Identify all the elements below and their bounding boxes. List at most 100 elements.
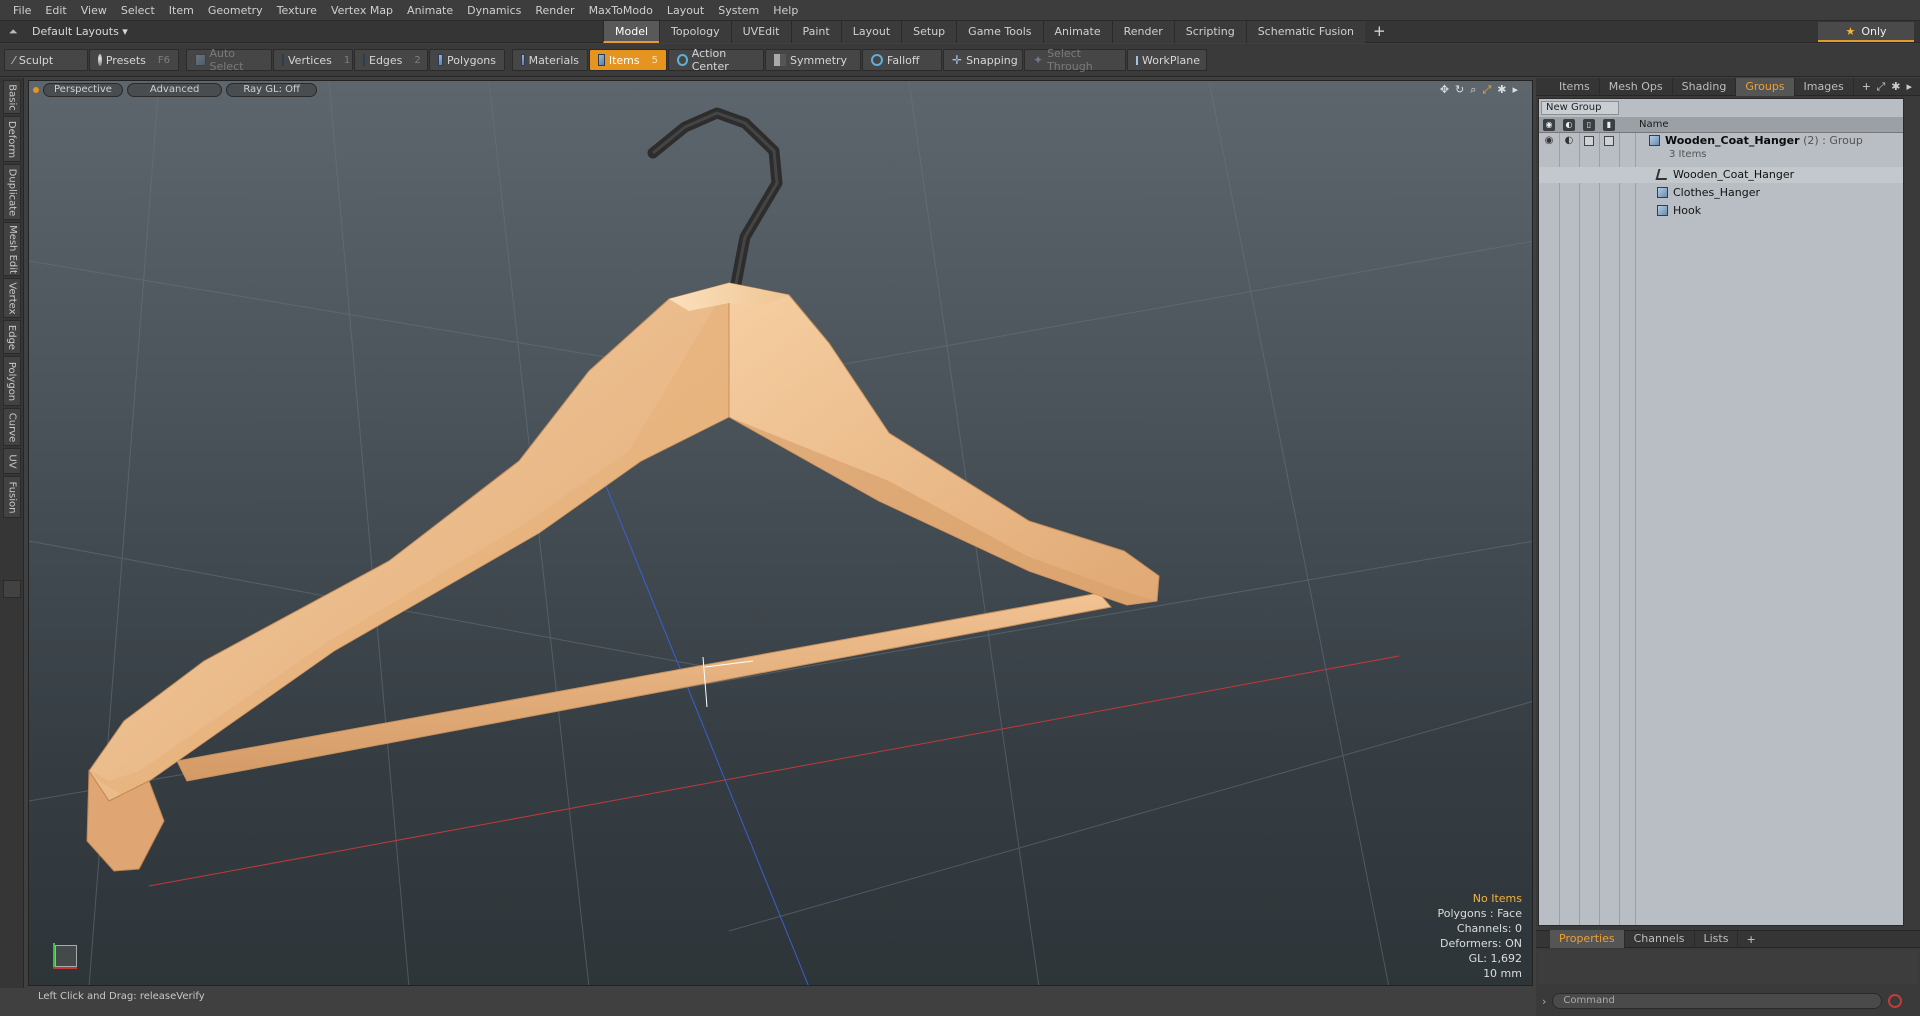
- z-axis-line: [603, 480, 809, 985]
- falloff-button[interactable]: Falloff: [862, 49, 942, 71]
- select-through-button[interactable]: ✦ Select Through: [1024, 47, 1126, 73]
- settings-gear-icon[interactable]: ✱: [1497, 83, 1506, 97]
- edges-button[interactable]: Edges 2: [354, 49, 428, 71]
- group-child-row[interactable]: Wooden_Coat_Hanger: [1539, 167, 1903, 183]
- presets-button[interactable]: Presets F6: [89, 49, 179, 71]
- tab-schematic-fusion[interactable]: Schematic Fusion: [1245, 21, 1366, 43]
- menu-view[interactable]: View: [74, 0, 114, 21]
- vtab-polygon[interactable]: Polygon: [3, 356, 21, 406]
- command-input[interactable]: Command: [1552, 993, 1883, 1009]
- lock-checkbox[interactable]: [1584, 136, 1594, 146]
- workplane-button[interactable]: WorkPlane: [1127, 49, 1207, 71]
- tab-images[interactable]: Images: [1795, 77, 1854, 96]
- tab-model[interactable]: Model: [603, 21, 660, 43]
- select-header-icon[interactable]: ▮: [1603, 119, 1615, 131]
- vtab-fusion[interactable]: Fusion: [3, 476, 21, 518]
- vtab-edge[interactable]: Edge: [3, 320, 21, 354]
- render-header-icon[interactable]: ◐: [1563, 119, 1575, 131]
- polygons-button[interactable]: Polygons: [429, 49, 505, 71]
- action-center-button[interactable]: Action Center: [668, 47, 764, 73]
- group-row-root[interactable]: ◉ ◐ Wooden_Coat_Hanger (2) : Group 3 Ite…: [1539, 133, 1903, 167]
- menu-file[interactable]: File: [6, 0, 38, 21]
- tab-items[interactable]: Items: [1550, 77, 1600, 96]
- sculpt-button[interactable]: ⁄ Sculpt: [4, 49, 88, 71]
- edges-icon: [363, 54, 365, 66]
- add-panel-tab-button[interactable]: +: [1854, 80, 1879, 93]
- pan-icon[interactable]: ✥: [1440, 83, 1449, 97]
- rotate-icon[interactable]: ↻: [1455, 83, 1464, 97]
- 3d-viewport[interactable]: Perspective Advanced Ray GL: Off ✥ ↻ ⌕ ⤢…: [28, 80, 1533, 986]
- vtab-curve[interactable]: Curve: [3, 408, 21, 446]
- menu-vertex-map[interactable]: Vertex Map: [324, 0, 400, 21]
- menu-render[interactable]: Render: [528, 0, 581, 21]
- zoom-icon[interactable]: ⌕: [1470, 83, 1476, 97]
- tab-topology[interactable]: Topology: [659, 21, 731, 43]
- visibility-eye-icon[interactable]: ◉: [1543, 135, 1555, 147]
- menu-layout[interactable]: Layout: [660, 0, 711, 21]
- tab-animate[interactable]: Animate: [1042, 21, 1112, 43]
- new-group-button[interactable]: New Group: [1541, 101, 1619, 115]
- items-label: Items: [608, 53, 640, 67]
- raygl-button[interactable]: Ray GL: Off: [226, 83, 317, 97]
- menu-edit[interactable]: Edit: [38, 0, 73, 21]
- auto-select-button[interactable]: Auto Select: [186, 47, 272, 73]
- materials-button[interactable]: Materials: [512, 49, 588, 71]
- add-props-tab-button[interactable]: +: [1738, 933, 1763, 946]
- polygons-mode-text: Polygons : Face: [1437, 907, 1522, 920]
- vtab-extra-button[interactable]: [3, 580, 21, 598]
- vertices-button[interactable]: Vertices 1: [273, 49, 353, 71]
- tab-properties[interactable]: Properties: [1550, 930, 1625, 948]
- tab-mesh-ops[interactable]: Mesh Ops: [1600, 77, 1673, 96]
- vtab-basic[interactable]: Basic: [3, 80, 21, 114]
- fit-icon[interactable]: ⤢: [1482, 83, 1491, 97]
- tab-lists[interactable]: Lists: [1695, 930, 1739, 948]
- child-label: Wooden_Coat_Hanger: [1673, 168, 1795, 181]
- perspective-button[interactable]: Perspective: [43, 83, 123, 97]
- expand-arrow-icon[interactable]: ▸: [1512, 83, 1518, 97]
- add-tab-button[interactable]: +: [1365, 21, 1394, 43]
- vtab-uv[interactable]: UV: [3, 448, 21, 474]
- visibility-header-icon[interactable]: ◉: [1543, 119, 1555, 131]
- vtab-duplicate[interactable]: Duplicate: [3, 164, 21, 220]
- snapping-button[interactable]: ✛ Snapping: [943, 49, 1023, 71]
- tab-shading[interactable]: Shading: [1673, 77, 1737, 96]
- tab-render[interactable]: Render: [1111, 21, 1174, 43]
- vtab-mesh-edit[interactable]: Mesh Edit: [3, 222, 21, 276]
- menu-animate[interactable]: Animate: [400, 0, 460, 21]
- symmetry-icon: [774, 54, 786, 66]
- group-child-row[interactable]: Hook: [1539, 203, 1903, 219]
- lock-header-icon[interactable]: ▯: [1583, 119, 1595, 131]
- tab-game-tools[interactable]: Game Tools: [956, 21, 1043, 43]
- menu-dynamics[interactable]: Dynamics: [460, 0, 528, 21]
- menu-maxtomodo[interactable]: MaxToModo: [582, 0, 660, 21]
- menu-select[interactable]: Select: [114, 0, 162, 21]
- tab-groups[interactable]: Groups: [1736, 77, 1795, 96]
- advanced-button[interactable]: Advanced: [126, 83, 223, 97]
- tab-uvedit[interactable]: UVEdit: [730, 21, 791, 43]
- layout-selector[interactable]: Default Layouts ▾: [26, 25, 146, 38]
- viewport-menu-dot-icon[interactable]: [33, 87, 39, 93]
- tab-layout[interactable]: Layout: [840, 21, 902, 43]
- menu-texture[interactable]: Texture: [270, 0, 324, 21]
- maximize-icon[interactable]: ⤢: [1876, 80, 1885, 94]
- symmetry-button[interactable]: Symmetry: [765, 49, 861, 71]
- tab-paint[interactable]: Paint: [790, 21, 841, 43]
- menu-system[interactable]: System: [711, 0, 766, 21]
- vtab-deform[interactable]: Deform: [3, 116, 21, 162]
- tab-channels[interactable]: Channels: [1625, 930, 1695, 948]
- items-button[interactable]: Items 5: [589, 49, 667, 71]
- only-button[interactable]: ★ Only: [1818, 22, 1914, 42]
- select-checkbox[interactable]: [1604, 136, 1614, 146]
- layout-toggle-icon[interactable]: ⏶: [0, 25, 26, 39]
- panel-gear-icon[interactable]: ✱: [1891, 80, 1900, 94]
- tab-setup[interactable]: Setup: [901, 21, 957, 43]
- group-child-row[interactable]: Clothes_Hanger: [1539, 185, 1903, 201]
- render-toggle-icon[interactable]: ◐: [1563, 135, 1575, 147]
- vtab-vertex[interactable]: Vertex: [3, 278, 21, 318]
- command-execute-icon[interactable]: [1888, 994, 1903, 1008]
- panel-arrow-icon[interactable]: ▸: [1906, 80, 1912, 94]
- tab-scripting[interactable]: Scripting: [1173, 21, 1246, 43]
- menu-geometry[interactable]: Geometry: [201, 0, 270, 21]
- menu-item[interactable]: Item: [162, 0, 201, 21]
- menu-help[interactable]: Help: [766, 0, 805, 21]
